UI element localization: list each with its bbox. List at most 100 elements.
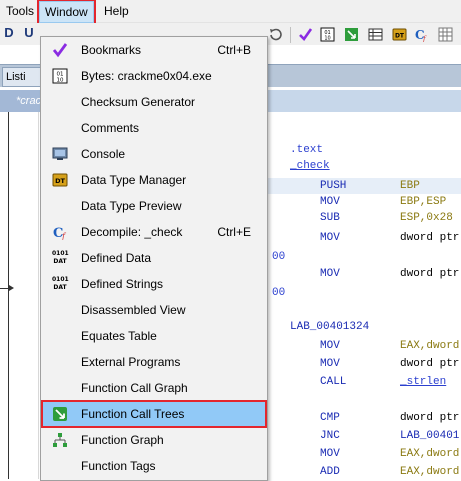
menu-item-shortcut: Ctrl+E [217, 225, 251, 239]
menu-item-disassembled-view[interactable]: Disassembled View [42, 297, 266, 323]
code-mnemonic: MOV [320, 268, 340, 280]
code-mnemonic: ADD [320, 466, 340, 478]
code-mnemonic: MOV [320, 196, 340, 208]
menu-item-label: Defined Data [81, 251, 152, 265]
svg-text:DT: DT [395, 33, 405, 40]
menu-item-label: Function Call Trees [81, 407, 185, 421]
code-operand: EAX,dword [400, 448, 460, 460]
flow-gutter [0, 112, 39, 479]
code-operand: dword ptr [400, 412, 460, 424]
menu-item-decompile[interactable]: Cf Decompile: _check Ctrl+E [42, 219, 266, 245]
code-mnemonic: CALL [320, 376, 347, 388]
subtab-filler [268, 90, 461, 112]
bookmark-check-icon [52, 42, 68, 58]
menu-item-shortcut: Ctrl+B [217, 43, 251, 57]
menu-item-label: Console [81, 147, 126, 161]
code-mnemonic: MOV [320, 340, 340, 352]
d-icon[interactable]: D [2, 26, 16, 40]
toolbar-separator [290, 27, 291, 43]
menu-item-label: Data Type Manager [81, 173, 187, 187]
code-mnemonic: MOV [320, 232, 340, 244]
code-bytes: 00 [272, 287, 286, 299]
code-label[interactable]: LAB_00401324 [290, 319, 369, 335]
menu-item-data-type-manager[interactable]: DT Data Type Manager [42, 167, 266, 193]
menu-item-label: Checksum Generator [81, 95, 196, 109]
code-operand: ESP,0x28 [400, 212, 453, 224]
menu-item-label: Equates Table [81, 329, 157, 343]
menu-item-function-call-trees[interactable]: Function Call Trees [41, 400, 267, 428]
grid-icon[interactable] [438, 27, 453, 42]
defined-strings-icon: 0101 DAT [52, 276, 69, 291]
decompile-icon[interactable]: Cf [414, 27, 429, 43]
menu-item-label: Bookmarks [81, 43, 142, 57]
menu-window[interactable]: Window [37, 0, 96, 25]
menu-item-label: Function Call Graph [81, 381, 188, 395]
defined-data-icon: 0101 DAT [52, 250, 69, 265]
code-operand: EAX,dword [400, 340, 460, 352]
menu-item-function-tags[interactable]: Function Tags [42, 453, 266, 479]
menu-item-label: Data Type Preview [81, 199, 182, 213]
menu-item-defined-strings[interactable]: 0101 DAT Defined Strings [42, 271, 266, 297]
menubar: Tools Window Help [0, 0, 461, 25]
function-call-tree-icon[interactable] [344, 27, 359, 42]
code-mnemonic: SUB [320, 212, 340, 224]
current-line-highlight [266, 178, 461, 194]
menu-item-function-graph[interactable]: Function Graph [42, 427, 266, 453]
code-operand: dword ptr [400, 232, 460, 244]
menu-item-function-call-graph[interactable]: Function Call Graph [42, 375, 266, 401]
code-operand: EBP,ESP [400, 196, 447, 208]
code-operand: dword ptr [400, 268, 460, 280]
decompile-icon: Cf [52, 224, 68, 241]
code-listing: .text _check PUSH EBP MOV EBP,ESP SUB ES… [266, 112, 461, 479]
menu-item-data-type-preview[interactable]: Data Type Preview [42, 193, 266, 219]
menu-item-label: External Programs [81, 355, 181, 369]
svg-text:f: f [422, 35, 427, 42]
menu-item-equates-table[interactable]: Equates Table [42, 323, 266, 349]
code-bytes: 00 [272, 251, 286, 263]
code-call-target[interactable]: _strlen [400, 374, 446, 390]
code-mnemonic: MOV [320, 448, 340, 460]
function-graph-icon [52, 432, 68, 448]
section-label: .text [290, 144, 324, 156]
menu-tools[interactable]: Tools [2, 0, 38, 22]
code-jump-target[interactable]: LAB_00401 [400, 428, 459, 444]
table-icon[interactable] [368, 27, 383, 42]
bytes-icon[interactable]: 01 10 [320, 27, 335, 42]
menu-item-console[interactable]: Console [42, 141, 266, 167]
code-mnemonic: MOV [320, 358, 340, 370]
menu-item-checksum-generator[interactable]: Checksum Generator [42, 89, 266, 115]
tab-program-label: *crac [16, 95, 42, 107]
data-type-manager-icon: DT [52, 172, 68, 188]
console-icon [52, 146, 68, 162]
menu-item-label: Disassembled View [81, 303, 186, 317]
menu-item-bytes[interactable]: 01 10 Bytes: crackme0x04.exe [42, 63, 266, 89]
menu-item-label: Function Graph [81, 433, 164, 447]
data-type-icon[interactable]: DT [392, 27, 407, 42]
menu-item-defined-data[interactable]: 0101 DAT Defined Data [42, 245, 266, 271]
svg-text:f: f [61, 232, 67, 240]
tab-listing[interactable]: Listi [2, 67, 43, 87]
refresh-icon[interactable] [268, 27, 283, 42]
code-operand: EBP [400, 180, 420, 192]
flow-line [8, 112, 9, 479]
menu-item-label: Defined Strings [81, 277, 164, 291]
svg-text:10: 10 [324, 36, 330, 42]
code-mnemonic: CMP [320, 412, 340, 424]
menu-item-comments[interactable]: Comments [42, 115, 266, 141]
u-icon[interactable]: U [22, 26, 36, 40]
menu-item-external-programs[interactable]: External Programs [42, 349, 266, 375]
menu-item-label: Comments [81, 121, 140, 135]
function-label[interactable]: _check [290, 158, 330, 174]
menu-item-label: Decompile: _check [81, 225, 183, 239]
window-menu: Bookmarks Ctrl+B 01 10 Bytes: crackme0x04… [40, 36, 268, 481]
menu-item-bookmarks[interactable]: Bookmarks Ctrl+B [42, 37, 266, 63]
code-mnemonic: JNC [320, 430, 340, 442]
code-operand: dword ptr [400, 358, 460, 370]
flow-arrow [0, 285, 14, 291]
menu-help[interactable]: Help [100, 0, 133, 22]
svg-text:10: 10 [57, 78, 64, 84]
code-mnemonic: PUSH [320, 180, 347, 192]
menu-item-label: Bytes: crackme0x04.exe [81, 69, 212, 83]
bookmark-check-icon[interactable] [298, 27, 313, 42]
function-call-tree-icon [52, 406, 68, 422]
